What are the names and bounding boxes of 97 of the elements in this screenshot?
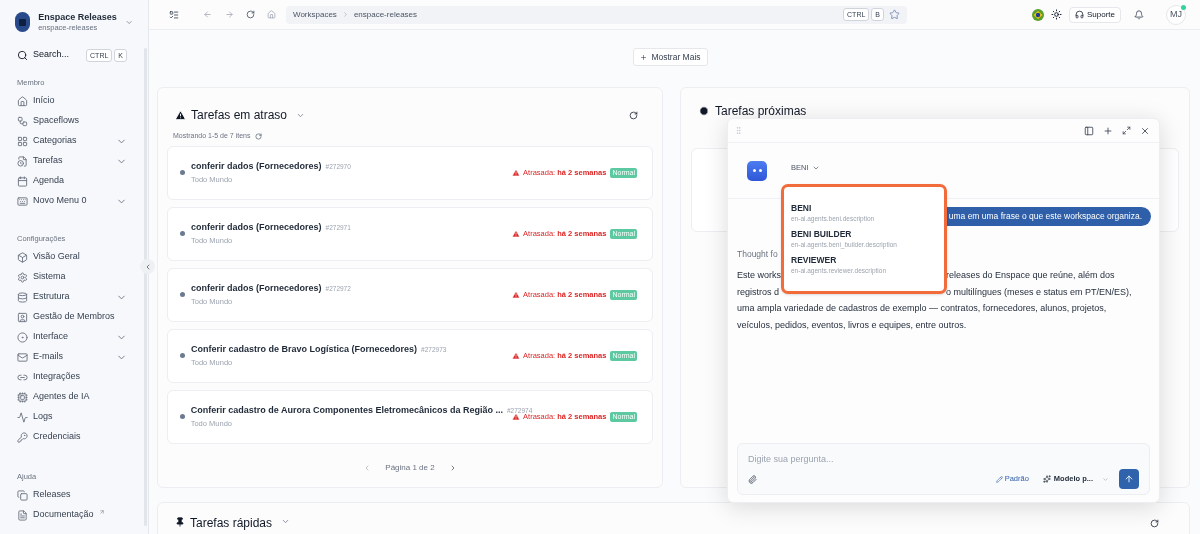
card-title: Tarefas rápidas (190, 517, 273, 529)
reload-icon[interactable] (246, 10, 255, 19)
grid-icon (17, 135, 28, 147)
close-icon[interactable] (1140, 125, 1150, 136)
user-avatar[interactable]: MJ (1166, 4, 1186, 25)
arrow-up-icon (1124, 474, 1134, 484)
sidebar-item[interactable]: Estrutura (17, 287, 127, 307)
task-title[interactable]: Conferir cadastro de Bravo Logística (Fornecedores) (191, 343, 418, 357)
external-link-icon (98, 509, 105, 515)
answer-text: uma ampla variedade de cadastros de exemplo — contratos, fornecedores, alunos, projetos, (737, 303, 1107, 314)
page-indicator: Página 1 de 2 (385, 461, 435, 474)
sidebar-item[interactable]: Spaceflows (17, 111, 127, 131)
sidebar-item[interactable]: Visão Geral (17, 247, 127, 267)
agent-avatar (747, 160, 767, 181)
sidebar-item[interactable]: Novo Menu 0 (17, 191, 127, 211)
mail-icon (17, 351, 28, 363)
panel-icon[interactable] (1084, 125, 1094, 136)
warning-icon (512, 412, 521, 421)
sparkle-icon (1042, 475, 1051, 483)
workspace-logo (15, 12, 31, 32)
answer-text: o multilíngues (meses e status em PT/EN/ES), (946, 286, 1132, 297)
breadcrumb-link[interactable]: Workspaces (293, 8, 337, 21)
chip-icon (17, 391, 28, 403)
sun-icon[interactable] (1050, 9, 1062, 20)
sidebar-item[interactable]: Início (17, 91, 127, 111)
task-title[interactable]: Conferir cadastro de Aurora Componentes Eletromecânicos da Região ... (190, 404, 503, 418)
keyboard-icon (17, 195, 28, 207)
sidebar-item[interactable]: Sistema (17, 267, 127, 287)
task-title[interactable]: conferir dados (Fornecedores) (191, 282, 322, 296)
warning-icon (512, 168, 521, 177)
sidebar-item[interactable]: Tarefas (17, 151, 127, 171)
drag-handle-icon[interactable] (734, 126, 743, 135)
sidebar-item[interactable]: Agenda (17, 171, 127, 191)
sidebar-item[interactable]: Releases (17, 485, 127, 505)
disc-icon (17, 331, 28, 343)
search-label[interactable]: Search... (33, 48, 70, 62)
warning-icon (512, 290, 521, 299)
refresh-icon[interactable] (629, 110, 638, 120)
breadcrumb-link[interactable]: enspace-releases (353, 8, 418, 21)
pin-icon (175, 517, 185, 527)
flow-icon (17, 115, 28, 127)
gear-icon (17, 271, 28, 283)
answer-text: Este works (737, 270, 781, 280)
sidebar-item[interactable]: Gestão de Membros (17, 307, 127, 327)
star-icon[interactable] (889, 9, 900, 20)
forward-icon[interactable] (225, 10, 234, 19)
refresh-icon[interactable] (1150, 519, 1159, 528)
sidebar-item[interactable]: Categorias (17, 131, 127, 151)
flag-icon[interactable] (1031, 8, 1044, 21)
sidebar-item[interactable]: Logs (17, 407, 127, 427)
show-more-button[interactable]: Mostrar Mais (633, 48, 708, 66)
back-icon[interactable] (203, 10, 212, 19)
task-title[interactable]: conferir dados (Fornecedores) (191, 221, 322, 235)
sidebar-item[interactable]: Agentes de IA (17, 387, 127, 407)
card-title: Tarefas próximas (715, 106, 807, 117)
sidebar-item[interactable]: E-mails (17, 347, 127, 367)
plus-icon[interactable] (1103, 125, 1113, 136)
support-button[interactable]: Suporte (1068, 6, 1121, 23)
plus-icon (640, 53, 648, 61)
input-placeholder: Digite sua pergunta... (748, 453, 835, 465)
task-title[interactable]: conferir dados (Fornecedores) (191, 160, 322, 174)
paperclip-icon[interactable] (748, 474, 757, 484)
answer-text: veículos, pedidos, eventos, livros e equipes, entre outros. (737, 320, 967, 331)
sidebar-item[interactable]: Documentação (17, 505, 127, 525)
sidebar-item[interactable]: Integrações (17, 367, 127, 387)
sidebar-item[interactable]: Credenciais (17, 427, 127, 447)
chevron-icon[interactable] (281, 517, 291, 526)
house-icon (17, 95, 28, 107)
file-icon (17, 155, 28, 167)
search-icon[interactable] (17, 49, 28, 61)
key-icon (17, 431, 28, 443)
warning-icon (512, 351, 521, 360)
expand-icon[interactable] (1122, 126, 1131, 135)
pulse-icon (17, 411, 28, 423)
separator-icon (341, 11, 349, 18)
answer-text: releases do Enspace que reúne, além dos (946, 270, 1115, 280)
sidebar-item[interactable]: Interface (17, 327, 127, 347)
user-message: uma em uma frase o que este workspace organiza. (948, 210, 1142, 223)
bell-icon[interactable] (1134, 9, 1144, 20)
home-icon[interactable] (267, 10, 276, 19)
answer-text: registros d (737, 286, 780, 297)
id-card-icon (17, 311, 28, 323)
box-icon (17, 251, 28, 263)
pencil-icon (995, 475, 1003, 483)
warning-icon (175, 109, 186, 121)
database-icon (17, 291, 28, 303)
copy-icon (17, 489, 28, 501)
calendar-icon (17, 175, 28, 187)
headset-icon (1074, 10, 1084, 19)
warning-icon (512, 229, 521, 238)
send-button[interactable] (1119, 469, 1139, 489)
workspace-name: Enspace Releases (38, 11, 117, 23)
collapse-button[interactable] (140, 259, 155, 274)
chevron-icon (1102, 475, 1109, 483)
card-title: Tarefas em atraso (191, 107, 288, 124)
document-icon (17, 509, 28, 521)
list-icon[interactable] (169, 9, 179, 20)
